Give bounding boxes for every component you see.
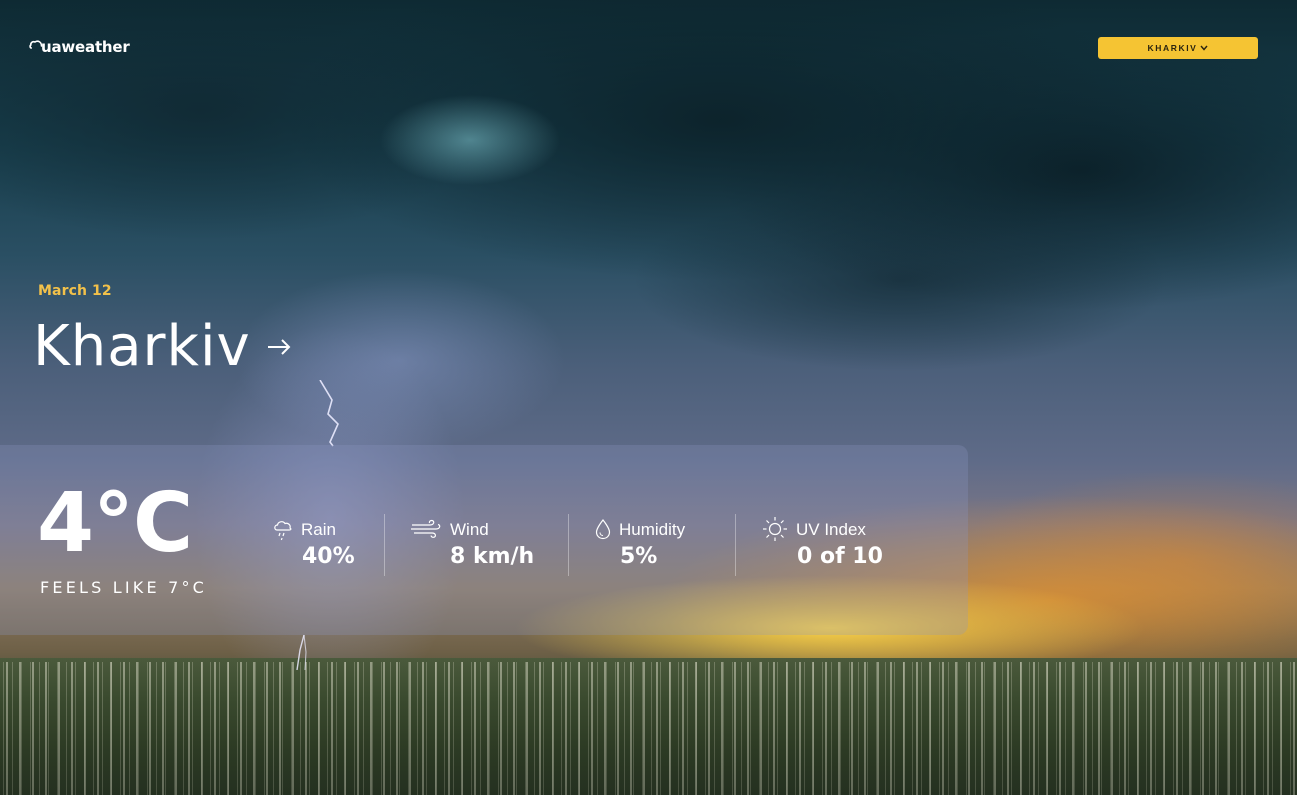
wind-value: 8 km/h <box>450 544 535 569</box>
stat-wind: Wind 8 km/h <box>410 516 560 576</box>
rain-label: Rain <box>301 520 336 539</box>
stat-rain: Rain 40% <box>273 516 373 576</box>
sun-icon <box>763 517 787 541</box>
city-select-label: KHARKIV <box>1147 43 1198 53</box>
rain-cloud-icon <box>274 521 292 541</box>
wind-label: Wind <box>450 520 489 539</box>
city-select-button[interactable]: KHARKIV <box>1098 37 1258 59</box>
wind-icon <box>411 519 441 538</box>
droplet-icon <box>595 519 611 540</box>
humidity-label: Humidity <box>619 520 686 539</box>
current-temperature: 4°C <box>37 476 193 571</box>
city-title: Kharkiv <box>33 314 251 379</box>
uv-index-value: 0 of 10 <box>797 544 883 569</box>
divider <box>384 514 385 576</box>
forecast-date: March 12 <box>38 283 112 299</box>
stat-humidity: Humidity 5% <box>594 516 714 576</box>
field-stalks <box>0 662 1297 795</box>
arrow-right-icon[interactable] <box>265 335 293 359</box>
chevron-down-icon <box>1200 45 1209 51</box>
feels-like: FEELS LIKE 7°C <box>40 578 208 597</box>
uv-index-label: UV Index <box>796 520 866 539</box>
humidity-value: 5% <box>620 544 658 569</box>
logo-text: uaweather <box>41 37 130 56</box>
logo[interactable]: uaweather <box>29 33 130 57</box>
stat-uv-index: UV Index 0 of 10 <box>761 516 901 576</box>
divider <box>568 514 569 576</box>
background-photo <box>0 0 1297 795</box>
divider <box>735 514 736 576</box>
rain-value: 40% <box>302 544 355 569</box>
